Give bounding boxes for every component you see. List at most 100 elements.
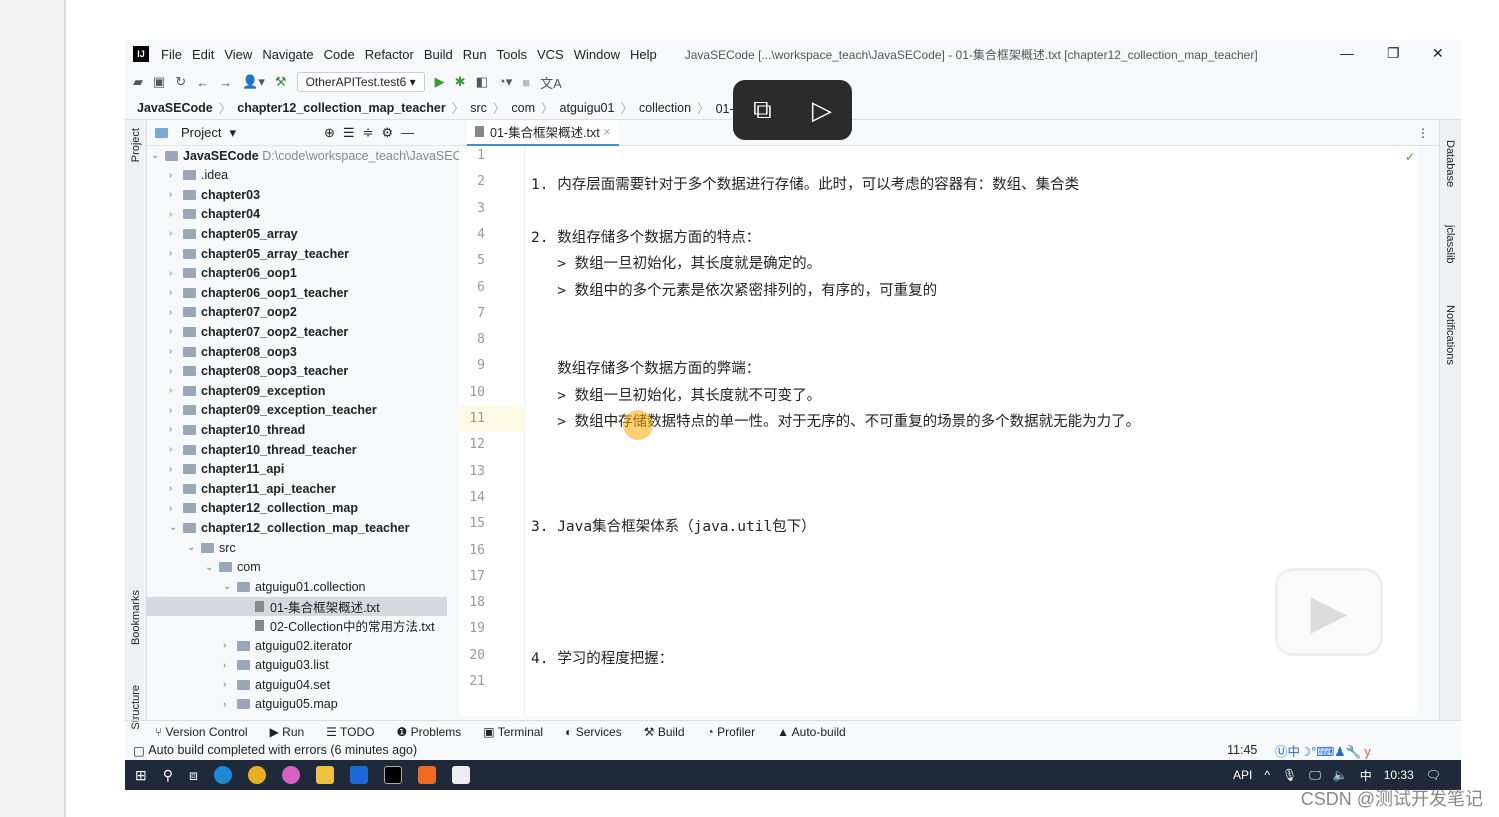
edge-icon[interactable] xyxy=(213,766,232,784)
expand-all-icon[interactable]: ☰ xyxy=(343,125,355,141)
close-button[interactable]: ✕ xyxy=(1432,45,1444,62)
chevron-down-icon[interactable]: ⌄ xyxy=(205,562,219,573)
more-icon[interactable]: ⋮ xyxy=(1417,126,1429,140)
tool-window-version-control[interactable]: ⑂ Version Control xyxy=(155,725,248,739)
tray-api[interactable]: API xyxy=(1233,768,1252,782)
menu-navigate[interactable]: Navigate xyxy=(262,47,313,62)
tab-file[interactable]: 01-集合框架概述.txt × xyxy=(467,119,619,146)
project-view-select[interactable]: Project xyxy=(181,125,221,140)
code-line[interactable]: 1. 内存层面需要针对于多个数据进行存储。此时，可以考虑的容器有：数组、集合类 xyxy=(531,173,1079,194)
chevron-right-icon[interactable]: › xyxy=(169,307,183,318)
sync-icon[interactable]: ↻ xyxy=(175,74,186,90)
menu-code[interactable]: Code xyxy=(324,47,355,62)
tool-window-terminal[interactable]: ▣ Terminal xyxy=(483,725,543,739)
chevron-right-icon[interactable]: › xyxy=(223,679,237,690)
tree-item[interactable]: › atguigu02.iterator xyxy=(223,636,352,655)
tree-item[interactable]: › chapter10_thread xyxy=(169,420,305,439)
chevron-right-icon[interactable]: › xyxy=(169,464,183,475)
code-line[interactable]: > 数组中的多个元素是依次紧密排列的，有序的，可重复的 xyxy=(531,279,937,300)
hide-icon[interactable]: — xyxy=(401,125,414,140)
notepad-icon[interactable] xyxy=(451,766,470,784)
minimize-button[interactable]: — xyxy=(1340,45,1354,61)
tree-item[interactable]: › chapter11_api_teacher xyxy=(169,479,336,498)
chevron-right-icon[interactable]: › xyxy=(169,346,183,357)
chevron-right-icon[interactable]: › xyxy=(169,287,183,298)
menu-edit[interactable]: Edit xyxy=(192,47,214,62)
tool-window-build[interactable]: ⚒ Build xyxy=(644,725,685,739)
menu-file[interactable]: File xyxy=(161,47,182,62)
chevron-down-icon[interactable]: ⌄ xyxy=(169,522,183,533)
tree-item[interactable]: › chapter09_exception xyxy=(169,381,325,400)
chevron-down-icon[interactable]: ⌄ xyxy=(223,581,237,592)
restore-button[interactable]: ❐ xyxy=(1387,45,1400,62)
back-icon[interactable]: ← xyxy=(196,75,209,90)
run-config-select[interactable]: OtherAPITest.test6 ▾ xyxy=(296,72,425,92)
clock[interactable]: 10:33 xyxy=(1384,768,1414,782)
user-icon[interactable]: 👤▾ xyxy=(242,74,265,90)
chevron-right-icon[interactable]: › xyxy=(169,248,183,259)
app-icon[interactable] xyxy=(417,766,436,784)
tree-item[interactable]: › atguigu03.list xyxy=(223,656,329,675)
chevron-right-icon[interactable]: › xyxy=(169,385,183,396)
chevron-right-icon[interactable]: › xyxy=(169,228,183,239)
tree-item[interactable]: 01-集合框架概述.txt xyxy=(147,596,447,616)
tree-item[interactable]: › chapter11_api xyxy=(169,460,284,479)
tree-item[interactable]: › atguigu04.set xyxy=(223,675,330,694)
tree-item[interactable]: 02-Collection中的常用方法.txt xyxy=(241,616,435,635)
save-icon[interactable]: ▣ xyxy=(153,74,165,90)
browser-icon[interactable] xyxy=(281,766,300,784)
stop-icon[interactable]: ■ xyxy=(522,75,530,90)
tree-item[interactable]: › chapter04 xyxy=(169,205,260,224)
tree-item[interactable]: › chapter06_oop1 xyxy=(169,264,297,283)
task-view-icon[interactable]: ⧈ xyxy=(189,767,198,784)
code-line[interactable]: 数组存储多个数据方面的弊端： xyxy=(531,357,760,378)
windows-start-icon[interactable]: ⊞ xyxy=(135,767,147,784)
menu-view[interactable]: View xyxy=(224,47,252,62)
tree-item[interactable]: ⌄ src xyxy=(187,538,236,557)
tree-item[interactable]: › chapter08_oop3 xyxy=(169,342,297,361)
breadcrumb-item[interactable]: collection xyxy=(639,101,691,115)
profile-icon[interactable]: ◔▾ xyxy=(498,74,512,90)
breadcrumb-item[interactable]: src xyxy=(470,101,487,115)
chevron-right-icon[interactable]: › xyxy=(169,444,183,455)
chevron-right-icon[interactable]: › xyxy=(169,405,183,416)
code-line[interactable]: 4. 学习的程度把握： xyxy=(531,647,673,668)
bookmarks-tool-button[interactable]: Bookmarks xyxy=(130,590,142,645)
run-icon[interactable]: ▶ xyxy=(435,74,445,90)
chevron-right-icon[interactable]: › xyxy=(169,268,183,279)
chevron-right-icon[interactable]: › xyxy=(169,170,183,181)
breadcrumb-item[interactable]: com xyxy=(511,101,535,115)
tree-item[interactable]: ⌄ atguigu01.collection xyxy=(223,577,366,596)
file-explorer-icon[interactable] xyxy=(315,766,334,784)
tree-item[interactable]: ⌄ chapter12_collection_map_teacher xyxy=(169,518,409,537)
coverage-icon[interactable]: ◧ xyxy=(476,74,488,90)
chevron-down-icon[interactable]: ⌄ xyxy=(187,542,201,553)
intellij-taskbar-icon[interactable] xyxy=(383,766,402,784)
code-line[interactable]: > 数组一旦初始化，其长度就是确定的。 xyxy=(531,252,821,273)
editor[interactable]: ✓ 1 2 1. 内存层面需要针对于多个数据进行存储。此时，可以考虑的容器有：数组、… xyxy=(459,146,1417,716)
tool-window-todo[interactable]: ☰ TODO xyxy=(326,725,374,739)
network-icon[interactable]: 🖵 xyxy=(1309,768,1321,783)
video-play-button[interactable]: ▶ xyxy=(1275,568,1383,656)
chevron-right-icon[interactable]: › xyxy=(169,326,183,337)
notification-center-icon[interactable]: 🗨 xyxy=(1426,768,1441,782)
tree-item[interactable]: › chapter03 xyxy=(169,185,260,204)
translate-icon[interactable]: 文A xyxy=(540,73,562,92)
debug-icon[interactable]: ✱ xyxy=(455,74,466,90)
chevron-right-icon[interactable]: › xyxy=(169,503,183,514)
chevron-right-icon[interactable]: › xyxy=(169,424,183,435)
chevron-down-icon[interactable]: ▾ xyxy=(229,125,236,141)
p-app-icon[interactable] xyxy=(349,766,368,784)
menu-window[interactable]: Window xyxy=(574,47,620,62)
chrome-icon[interactable] xyxy=(247,766,266,784)
tree-item[interactable]: › chapter05_array_teacher xyxy=(169,244,349,263)
menu-run[interactable]: Run xyxy=(463,47,487,62)
gear-icon[interactable]: ⚙ xyxy=(381,125,393,141)
ime-indicator[interactable]: 中 xyxy=(1360,767,1372,784)
pip-exit-icon[interactable]: ⧉ xyxy=(753,94,772,126)
tray-overflow-icon[interactable]: ^ xyxy=(1264,768,1270,782)
tool-window-run[interactable]: ▶ Run xyxy=(270,725,305,739)
tree-item[interactable]: › chapter07_oop2 xyxy=(169,303,297,322)
code-line[interactable]: 2. 数组存储多个数据方面的特点： xyxy=(531,226,760,247)
tool-window-problems[interactable]: ❶ Problems xyxy=(397,725,462,739)
